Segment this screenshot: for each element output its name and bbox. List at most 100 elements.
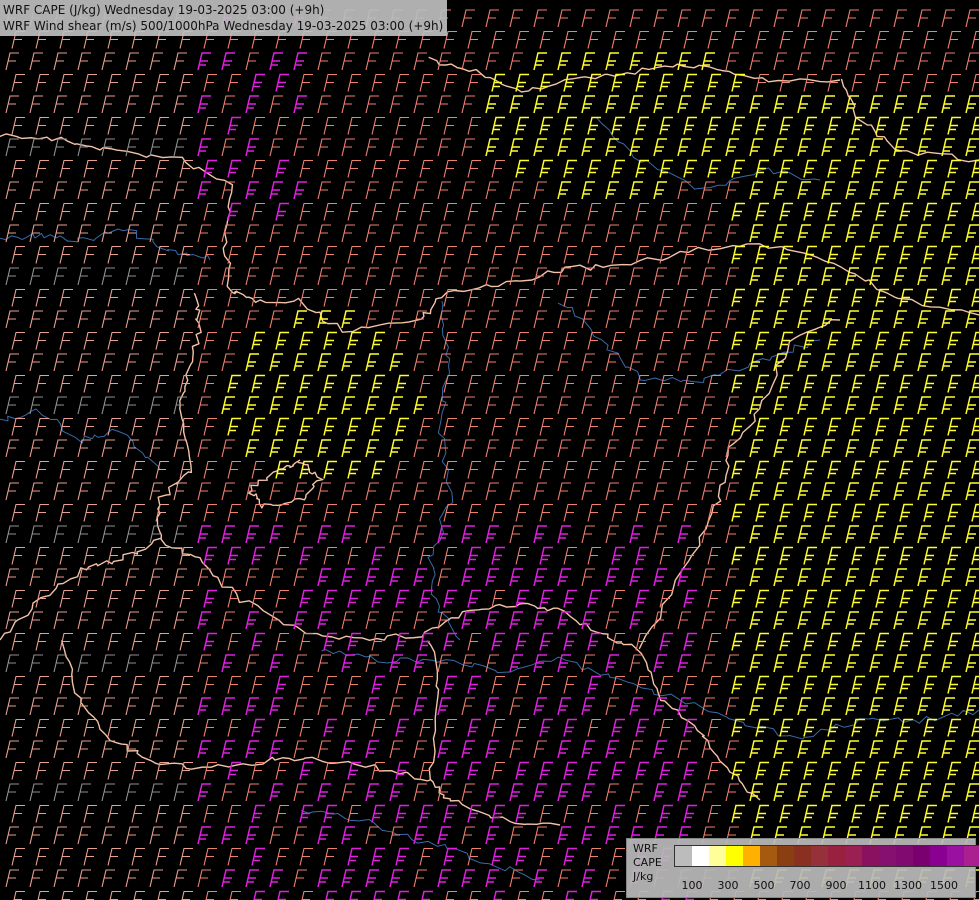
legend-label-model: WRF	[633, 842, 658, 855]
wind-barb	[179, 761, 193, 780]
wind-barb	[803, 417, 817, 436]
wind-barb	[533, 353, 547, 372]
wind-barb	[773, 439, 787, 458]
wind-barb	[965, 568, 979, 587]
wind-barb	[437, 740, 451, 759]
wind-barb	[437, 181, 451, 200]
wind-barb	[875, 804, 889, 823]
wind-barb	[245, 826, 259, 845]
wind-barb	[491, 460, 505, 479]
wind-barb	[827, 116, 841, 135]
wind-barb	[509, 9, 523, 28]
wind-barb	[779, 374, 793, 393]
wind-barb	[77, 869, 91, 888]
wind-barb	[539, 718, 553, 737]
legend-swatch	[964, 846, 979, 866]
wind-barb	[461, 9, 475, 28]
wind-barb	[749, 482, 763, 501]
wind-barb	[581, 396, 595, 415]
wind-barb	[149, 439, 163, 458]
wind-barb	[365, 181, 379, 200]
wind-barb	[155, 718, 169, 737]
wind-barb	[851, 804, 865, 823]
wind-barb	[605, 95, 619, 114]
wind-barb	[893, 353, 907, 372]
wind-barb	[821, 138, 835, 157]
wind-barb	[221, 439, 235, 458]
wind-barb	[941, 568, 955, 587]
wind-barb	[533, 224, 547, 243]
wind-barb	[557, 697, 571, 716]
wind-barb	[443, 761, 457, 780]
wind-barb	[413, 396, 427, 415]
wind-barb	[77, 138, 91, 157]
wind-barb	[469, 890, 481, 900]
legend-tick-label: 1100	[858, 879, 886, 892]
wind-barb	[533, 869, 547, 888]
wind-barb	[971, 331, 979, 350]
wind-barb	[29, 654, 43, 673]
wind-barb	[509, 568, 523, 587]
wind-barb	[107, 288, 121, 307]
wind-barb	[179, 718, 193, 737]
wind-barb	[269, 611, 283, 630]
wind-barb	[875, 589, 889, 608]
wind-barb	[533, 697, 547, 716]
wind-barb	[467, 202, 481, 221]
wind-barb	[725, 95, 739, 114]
wind-barb	[341, 568, 355, 587]
wind-barb	[149, 52, 163, 71]
wind-barb	[197, 353, 211, 372]
wind-barb	[533, 439, 547, 458]
wind-barb	[443, 116, 457, 135]
wind-barb	[389, 482, 403, 501]
wind-barb	[797, 267, 811, 286]
wind-barb	[203, 374, 217, 393]
wind-barb	[317, 654, 331, 673]
wind-barb	[539, 632, 553, 651]
wind-barb	[947, 202, 961, 221]
wind-barb	[701, 138, 715, 157]
wind-barb	[11, 331, 25, 350]
wind-barb	[893, 525, 907, 544]
wind-barb	[725, 138, 739, 157]
wind-barb	[293, 525, 307, 544]
wind-barb	[821, 52, 835, 71]
wind-barb	[533, 52, 547, 71]
wind-barb	[485, 525, 499, 544]
wind-barb	[371, 73, 385, 92]
map-view[interactable]: WRF CAPE (J/kg) Wednesday 19-03-2025 03:…	[0, 0, 979, 900]
wind-barb	[299, 288, 313, 307]
wind-barb	[485, 267, 499, 286]
wind-barb	[563, 675, 577, 694]
wind-barb	[587, 589, 601, 608]
wind-barb	[203, 804, 217, 823]
wind-barb	[683, 761, 697, 780]
wind-barb	[515, 718, 529, 737]
wind-barb	[101, 740, 115, 759]
wind-barb	[125, 869, 139, 888]
wind-barb	[253, 890, 265, 900]
wind-barb	[539, 374, 553, 393]
wind-barb	[971, 718, 979, 737]
wind-barb	[275, 460, 289, 479]
wind-barb	[395, 288, 409, 307]
wind-barb	[107, 460, 121, 479]
wind-barb	[773, 396, 787, 415]
wind-barb	[197, 181, 211, 200]
legend-swatch	[845, 846, 862, 866]
wind-barb	[419, 245, 433, 264]
wind-barb	[941, 224, 955, 243]
wind-barb	[437, 52, 451, 71]
wind-barb	[893, 697, 907, 716]
wind-barb	[611, 546, 625, 565]
wind-barb	[221, 826, 235, 845]
wind-barb	[557, 224, 571, 243]
wind-barb	[149, 568, 163, 587]
wind-barb	[227, 632, 241, 651]
wind-barb	[419, 73, 433, 92]
wind-barb	[725, 9, 739, 28]
wind-barb	[917, 654, 931, 673]
legend-label-field: CAPE	[633, 856, 662, 869]
wind-barb	[197, 783, 211, 802]
